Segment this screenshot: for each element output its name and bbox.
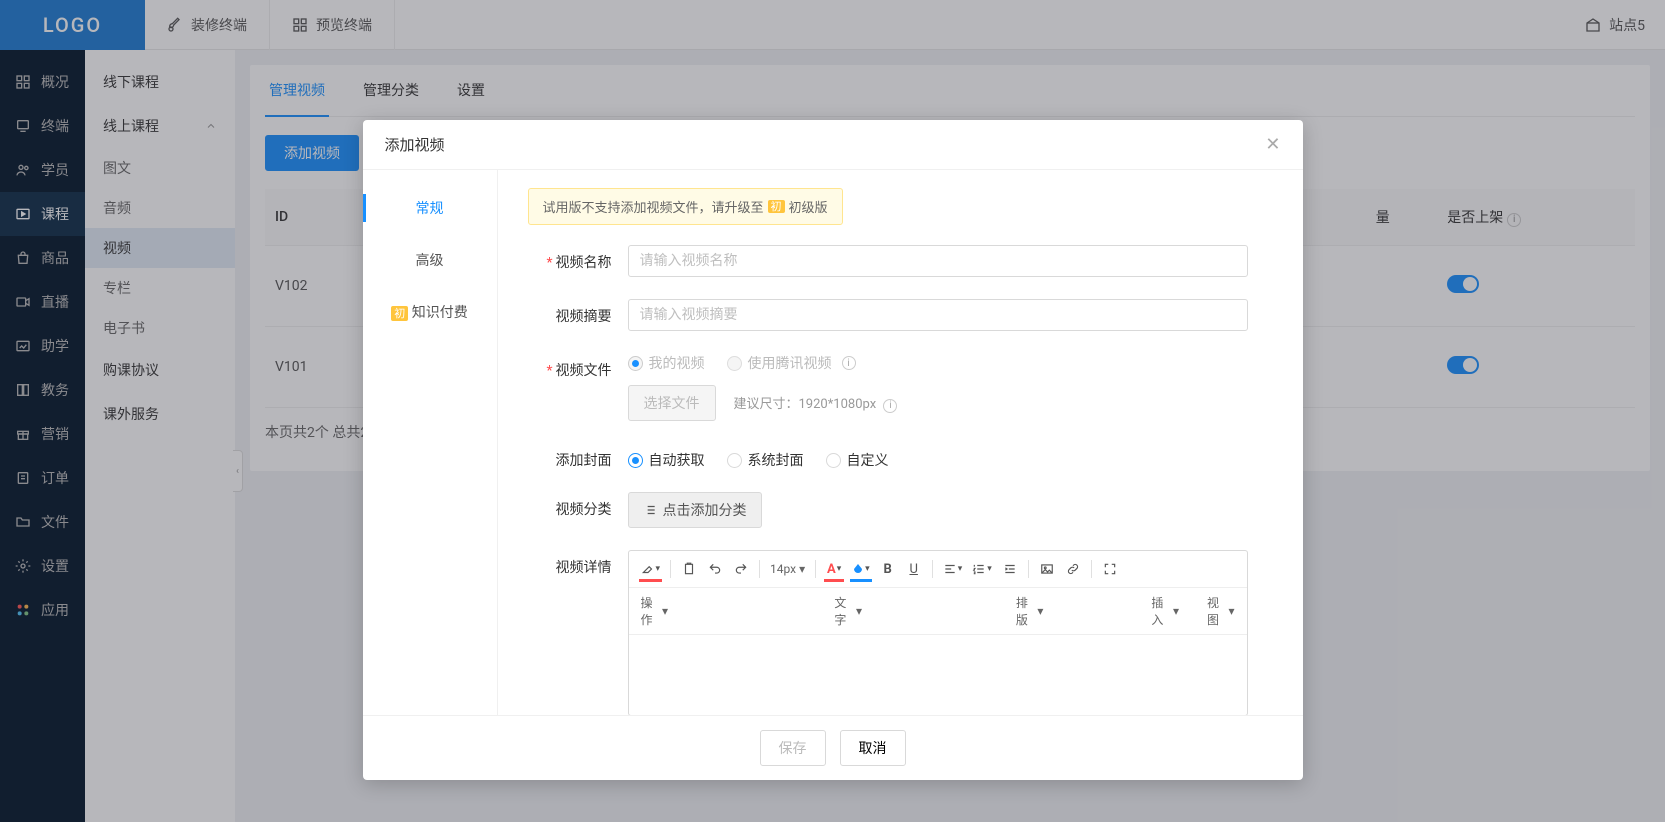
editor-group-layout[interactable]: 排版 ▾ [1012, 592, 1048, 630]
editor-group-text[interactable]: 文字 ▾ [830, 592, 866, 630]
radio-cover-custom[interactable]: 自定义 [826, 450, 889, 470]
label-video-name: *视频名称 [528, 245, 628, 272]
tier-badge: 初 [391, 306, 408, 321]
editor-group-labels: 操作 ▾ 文字 ▾ 排版 ▾ 插入 ▾ 视图 ▾ [629, 588, 1247, 635]
font-color-icon[interactable]: A▾ [822, 557, 846, 581]
add-category-button[interactable]: 点击添加分类 [628, 492, 762, 528]
editor-group-action[interactable]: 操作 ▾ [637, 592, 673, 630]
eraser-icon[interactable]: ▾ [637, 557, 665, 581]
add-video-modal: 添加视频 ✕ 常规 高级 初 知识付费 试用版不支持添加视频文件，请升级至 初 … [363, 120, 1303, 780]
modal-tab-advanced[interactable]: 高级 [363, 234, 497, 286]
editor-group-insert[interactable]: 插入 ▾ [1147, 592, 1183, 630]
list-icon [643, 503, 657, 517]
modal-tab-general[interactable]: 常规 [363, 182, 497, 234]
save-button[interactable]: 保存 [760, 730, 826, 766]
redo-icon[interactable] [729, 557, 753, 581]
modal-sidebar: 常规 高级 初 知识付费 [363, 170, 498, 715]
radio-my-video[interactable]: 我的视频 [628, 353, 705, 373]
modal-header: 添加视频 ✕ [363, 120, 1303, 170]
label-video-summary: 视频摘要 [528, 299, 628, 326]
undo-icon[interactable] [703, 557, 727, 581]
editor-content[interactable] [629, 635, 1247, 715]
link-icon[interactable] [1061, 557, 1085, 581]
fullscreen-icon[interactable] [1098, 557, 1122, 581]
modal-form: 试用版不支持添加视频文件，请升级至 初 初级版 *视频名称 视频摘要 *视频文件… [498, 170, 1303, 715]
radio-cover-system[interactable]: 系统封面 [727, 450, 804, 470]
editor-group-view[interactable]: 视图 ▾ [1203, 592, 1239, 630]
select-file-button[interactable]: 选择文件 [628, 385, 716, 421]
indent-icon[interactable] [998, 557, 1022, 581]
info-icon[interactable]: i [842, 356, 856, 370]
rich-text-editor: ▾ 14px ▾ A▾ ▾ B U [628, 550, 1248, 715]
label-detail: 视频详情 [528, 550, 628, 577]
radio-cover-auto[interactable]: 自动获取 [628, 450, 705, 470]
upgrade-alert: 试用版不支持添加视频文件，请升级至 初 初级版 [528, 188, 843, 225]
label-category: 视频分类 [528, 492, 628, 519]
label-video-file: *视频文件 [528, 353, 628, 380]
tier-badge: 初 [768, 200, 785, 213]
align-icon[interactable]: ▾ [939, 557, 967, 581]
video-summary-input[interactable] [628, 299, 1248, 331]
modal-body: 常规 高级 初 知识付费 试用版不支持添加视频文件，请升级至 初 初级版 *视频… [363, 170, 1303, 715]
info-icon[interactable]: i [883, 399, 897, 413]
close-icon[interactable]: ✕ [1265, 134, 1280, 155]
modal-footer: 保存 取消 [363, 715, 1303, 780]
modal-tab-knowledge-pay[interactable]: 初 知识付费 [363, 286, 497, 338]
list-ordered-icon[interactable]: ▾ [968, 557, 996, 581]
modal-title: 添加视频 [385, 134, 445, 155]
underline-icon[interactable]: U [902, 557, 926, 581]
bold-icon[interactable]: B [876, 557, 900, 581]
image-icon[interactable] [1035, 557, 1059, 581]
cancel-button[interactable]: 取消 [840, 730, 906, 766]
radio-tencent-video[interactable]: 使用腾讯视频i [727, 353, 856, 373]
paste-icon[interactable] [677, 557, 701, 581]
video-name-input[interactable] [628, 245, 1248, 277]
bg-color-icon[interactable]: ▾ [848, 557, 874, 581]
font-size-select[interactable]: 14px ▾ [766, 560, 809, 578]
file-size-hint: 建议尺寸：1920*1080px i [733, 397, 897, 412]
label-cover: 添加封面 [528, 443, 628, 470]
editor-toolbar: ▾ 14px ▾ A▾ ▾ B U [629, 551, 1247, 588]
